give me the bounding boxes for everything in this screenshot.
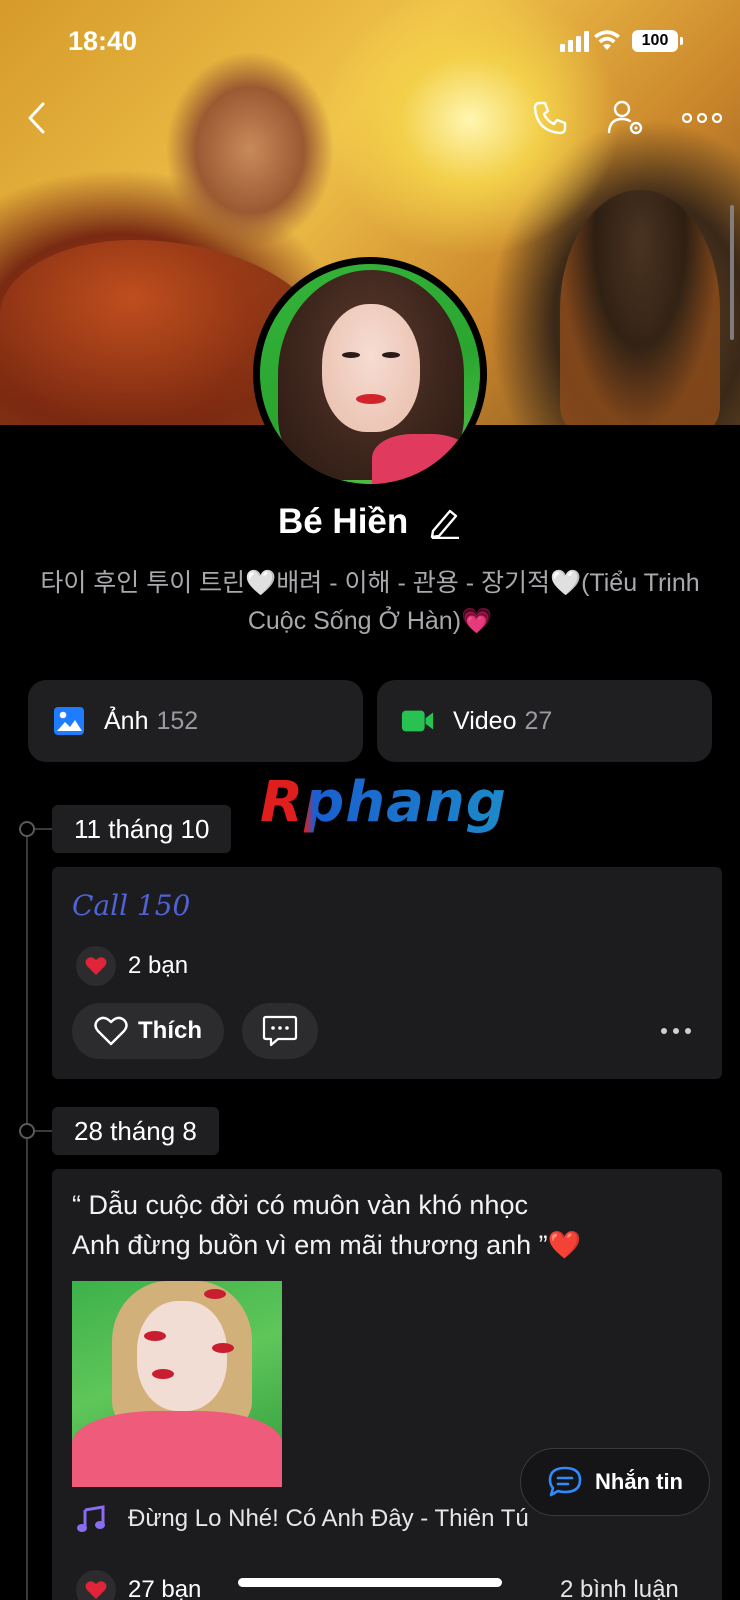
reaction-count: 2 bạn [128,952,189,979]
watermark-logo: Rphang [260,770,507,835]
photos-count: 152 [156,706,199,735]
photos-label: Ảnh [104,706,149,735]
post-text-line: “ Dẫu cuộc đời có muôn vàn khó nhọc [72,1190,528,1220]
timeline-line [26,828,28,1600]
scrollbar[interactable] [730,205,734,340]
videos-label: Video [453,706,517,735]
reaction-summary[interactable]: 27 bạn [76,1570,201,1600]
more-icon [682,113,722,123]
reaction-count: 27 bạn [128,1576,202,1600]
post-content: Call 150 [72,889,191,922]
battery-icon: 100 [632,30,683,52]
profile-name-text: Bé Hiền [277,501,409,541]
post-more-button[interactable] [656,1019,696,1043]
pencil-icon [430,509,460,539]
post-date-chip: 28 tháng 8 [52,1107,219,1155]
heart-outline-icon [94,1016,128,1046]
music-attachment[interactable]: Đừng Lo Nhé! Có Anh Đây - Thiên Tú [76,1505,529,1533]
status-time: 18:40 [68,26,138,56]
chevron-left-icon [28,102,45,134]
signal-icon [560,30,589,52]
comment-count[interactable]: 2 bình luận [560,1576,679,1600]
music-title: Đừng Lo Nhé! Có Anh Đây - Thiên Tú [128,1505,529,1532]
avatar[interactable] [253,257,487,491]
like-button[interactable]: Thích [72,1003,224,1059]
more-options-button[interactable] [680,96,724,140]
more-horizontal-icon [661,1028,691,1034]
videos-count: 27 [524,706,553,735]
timeline-dot [19,1123,35,1139]
timeline-dot [19,821,35,837]
timeline-connector [35,1130,53,1132]
post-card[interactable]: “ Dẫu cuộc đời có muôn vàn khó nhọc Anh … [52,1169,722,1600]
wifi-icon [594,30,620,50]
home-indicator[interactable] [238,1578,502,1587]
timeline-connector [35,828,53,830]
post-text-line: Anh đừng buồn vì em mãi thương anh ”❤️ [72,1230,582,1260]
heart-icon [76,1570,116,1600]
video-camera-icon [401,704,435,738]
back-button[interactable] [14,96,58,140]
comment-button[interactable] [242,1003,318,1059]
post-text: “ Dẫu cuộc đời có muôn vàn khó nhọc Anh … [72,1185,581,1265]
photos-tile[interactable]: Ảnh 152 [28,680,363,762]
reaction-summary[interactable]: 2 bạn [76,946,188,986]
message-label: Nhắn tin [595,1469,683,1494]
status-bar: 18:40 100 [0,0,740,82]
user-settings-icon [607,100,643,135]
chat-bubble-icon [547,1465,583,1499]
music-note-icon [76,1505,110,1533]
profile-settings-button[interactable] [604,96,648,140]
profile-name: Bé Hiền [0,500,740,542]
image-icon [52,704,86,738]
videos-tile[interactable]: Video 27 [377,680,712,762]
comment-icon [262,1015,298,1047]
edit-name-button[interactable] [428,505,462,539]
message-button[interactable]: Nhắn tin [520,1448,710,1516]
profile-bio: 타이 후인 투이 트린🤍배려 - 이해 - 관용 - 장기적🤍(Tiểu Tri… [40,569,700,635]
like-label: Thích [138,1017,202,1044]
heart-icon [76,946,116,986]
phone-icon [533,101,567,135]
call-button[interactable] [528,96,572,140]
post-date-chip: 11 tháng 10 [52,805,232,853]
cover-figure-2 [560,190,720,425]
post-card[interactable]: Call 150 2 bạn Thích [52,867,722,1079]
post-photo[interactable] [72,1281,282,1487]
